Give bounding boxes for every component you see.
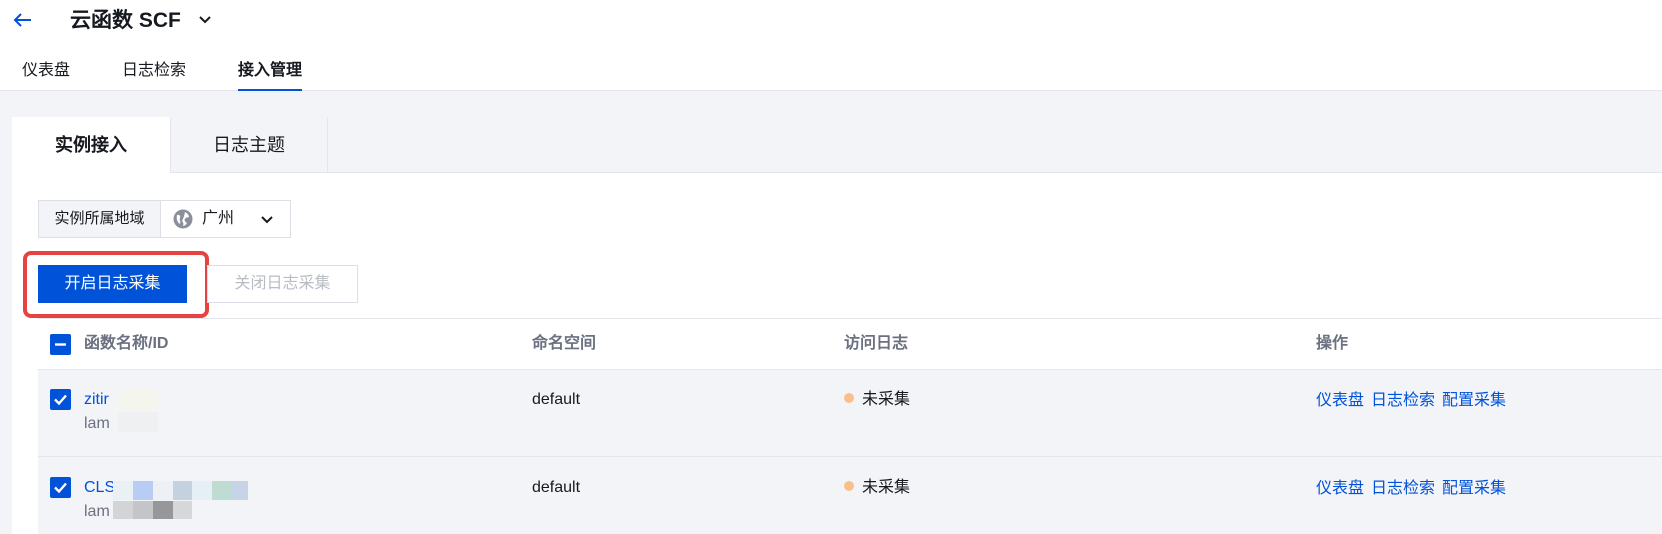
inner-tab-bar: 实例接入 日志主题 [12,117,1662,174]
namespace-value: default [532,479,581,496]
region-value: 广州 [202,210,235,227]
tab-instance-access[interactable]: 实例接入 [12,117,170,174]
tab-access-management[interactable]: 接入管理 [238,60,303,91]
row-checkbox[interactable] [50,389,71,410]
chevron-down-icon[interactable] [196,10,214,30]
namespace-value: default [532,391,581,408]
action-dashboard-link[interactable]: 仪表盘 [1316,392,1364,409]
enable-log-collection-button[interactable]: 开启日志采集 [38,265,187,303]
function-id: lam [84,503,110,520]
chevron-down-icon [261,216,273,224]
table-header: 函数名称/ID 命名空间 访问日志 操作 [38,318,1662,370]
select-all-checkbox[interactable] [50,334,71,355]
function-name-link[interactable]: CLS [84,477,115,499]
column-header-actions: 操作 [1316,335,1349,352]
table-row: CLS lam default 未采集 仪表盘 日志检索 配置采集 [38,457,1662,534]
disable-log-collection-button: 关闭日志采集 [207,265,358,303]
row-actions: 仪表盘 日志检索 配置采集 [1316,390,1513,412]
top-header: 云函数 SCF 仪表盘 日志检索 接入管理 [0,0,1662,91]
column-header-access-log: 访问日志 [844,335,909,352]
tab-log-topic[interactable]: 日志主题 [170,117,328,173]
region-selector: 实例所属地域 广州 [38,200,291,238]
status-text: 未采集 [862,479,911,496]
region-dropdown[interactable]: 广州 [161,201,290,237]
action-config-collection-link[interactable]: 配置采集 [1442,392,1506,409]
tab-log-search[interactable]: 日志检索 [122,60,186,91]
function-id: lam [84,415,110,432]
action-config-collection-link[interactable]: 配置采集 [1442,480,1506,497]
back-arrow-icon[interactable] [10,6,40,36]
globe-icon [173,209,193,229]
access-log-status: 未采集 [844,477,910,499]
page-title: 云函数 SCF [70,9,181,32]
main-card: 实例接入 日志主题 实例所属地域 广州 开启日志采集 关闭日志采集 函数名称/I… [12,117,1662,534]
status-text: 未采集 [862,391,911,408]
table-row: zitir lam default 未采集 仪表盘 日志检索 配置采集 [38,370,1662,457]
access-log-status: 未采集 [844,389,910,411]
column-header-function: 函数名称/ID [84,335,169,352]
column-header-namespace: 命名空间 [532,335,597,352]
action-log-search-link[interactable]: 日志检索 [1371,392,1435,409]
tab-dashboard[interactable]: 仪表盘 [22,60,70,91]
row-actions: 仪表盘 日志检索 配置采集 [1316,478,1513,500]
status-dot [844,481,854,491]
action-dashboard-link[interactable]: 仪表盘 [1316,480,1364,497]
region-label: 实例所属地域 [39,201,161,237]
function-name-link[interactable]: zitir [84,389,109,411]
row-checkbox[interactable] [50,477,71,498]
status-dot [844,393,854,403]
action-log-search-link[interactable]: 日志检索 [1371,480,1435,497]
